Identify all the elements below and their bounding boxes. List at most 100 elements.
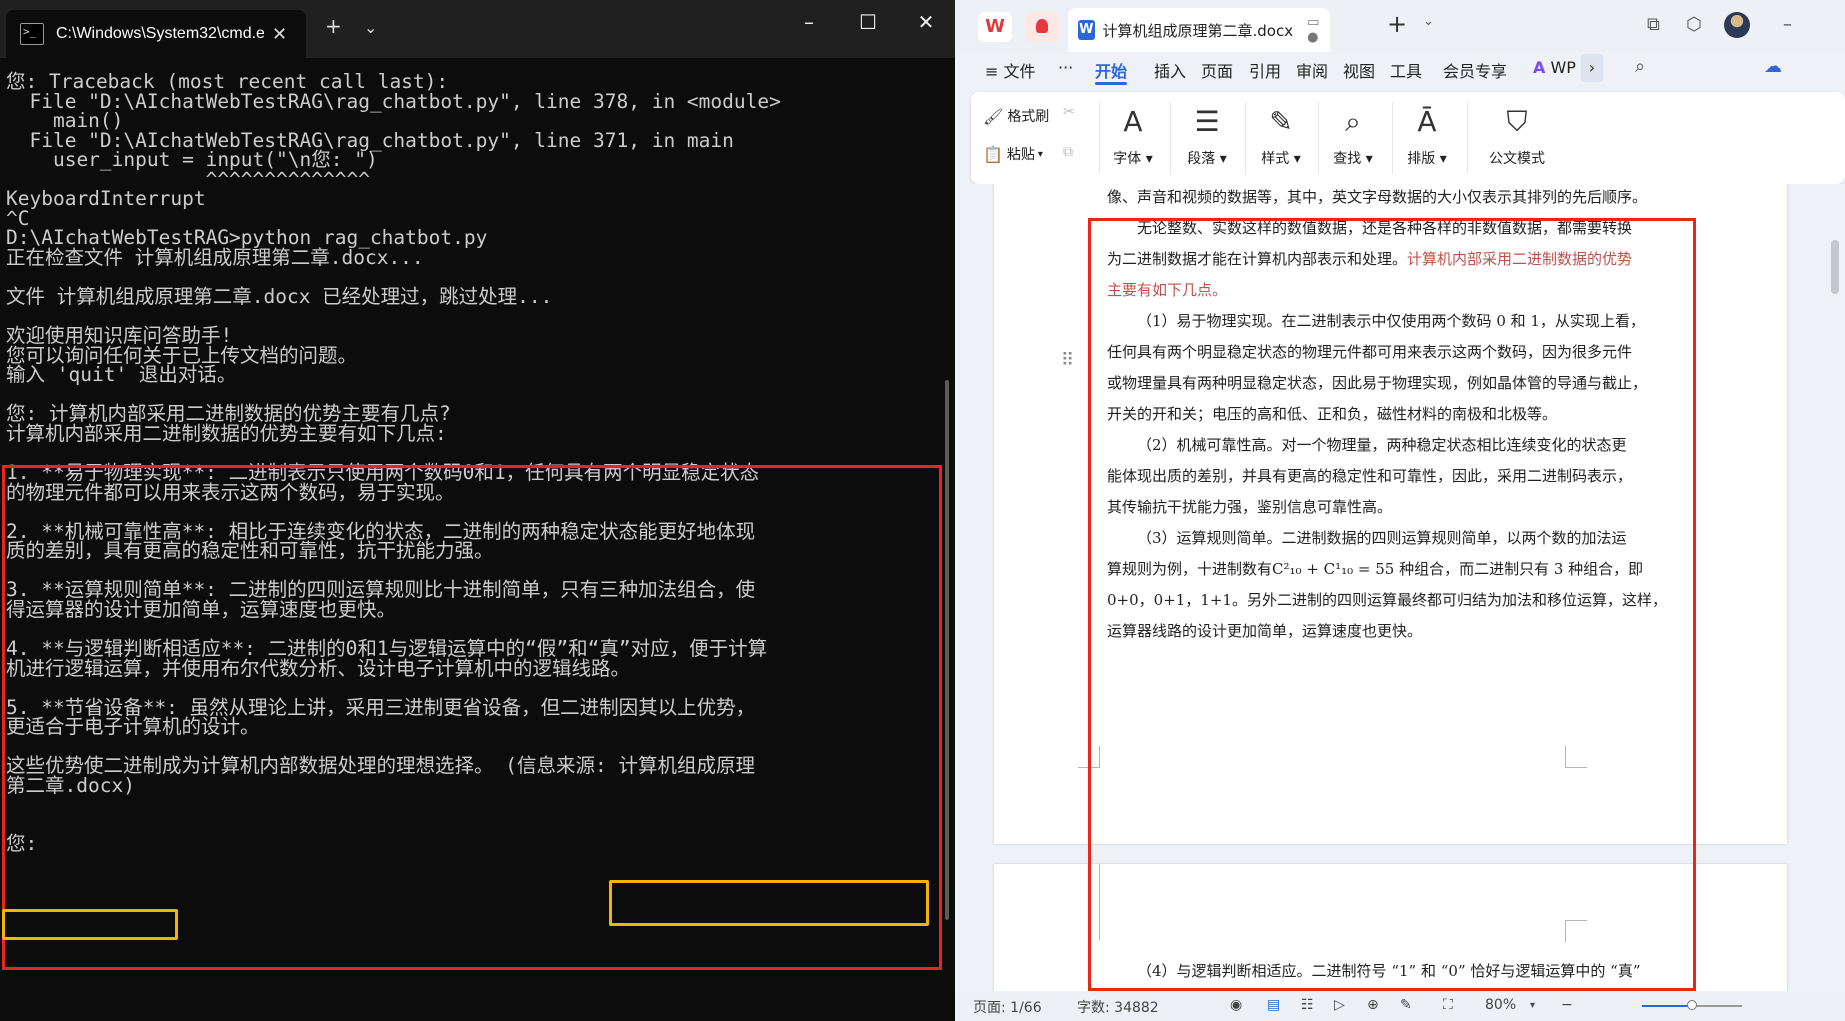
page-margin-corner [1565,746,1587,768]
tab-insert[interactable]: 插入 [1154,58,1186,82]
terminal-tab[interactable]: C:\Windows\System32\cmd.e ✕ [6,10,306,58]
font-icon: A [1123,105,1143,138]
word-count[interactable]: 字数: 34882 [1077,997,1159,1017]
yellow-highlight-source-2 [2,909,178,940]
globe-icon[interactable]: ⊕ [1367,997,1379,1013]
pen-icon[interactable]: ✎ [1400,997,1412,1013]
paragraph-button[interactable]: ☰ 段落 ▾ [1177,102,1237,168]
hamburger-icon: ≡ [985,62,1004,81]
chevron-down-icon[interactable]: ▾ [1530,1000,1535,1011]
style-icon: ✎ [1269,105,1293,138]
paragraph-icon: ☰ [1194,105,1220,138]
page-view-icon[interactable]: ▤ [1267,997,1280,1013]
cut-icon[interactable]: ✂ [1063,104,1075,120]
chevron-down-icon[interactable]: ⌄ [1423,14,1434,29]
document-canvas[interactable]: 像、声音和视频的数据等，其中，英文字母数据的大小仅表示其排列的先后顺序。 无论整… [955,184,1845,991]
ribbon-toolbar: 🖌 格式刷 ✂ 📋 粘贴 ▾ ⧉ A 字体 ▾ ☰ 段落 ▾ ✎ 样式 ▾ ⌕ 查找 ▾ Ā排… [971,92,1845,184]
layout-button[interactable]: Ā 排版 ▾ [1397,102,1457,168]
active-tab-indicator [1095,82,1127,85]
terminal-line: KeyboardInterrupt [6,187,206,211]
ribbon-separator [1245,102,1246,174]
terminal-line: 输入 'quit' 退出对话。 [6,363,237,387]
avatar[interactable] [1724,12,1750,38]
doc-line: 像、声音和视频的数据等，其中，英文字母数据的大小仅表示其排列的先后顺序。 [1107,188,1648,206]
word-doc-icon: W [1078,20,1095,40]
doc-paragraph-5: （4）与逻辑判断相适应。二进制符号 “1” 和 “0” 恰好与逻辑运算中的 “真… [1137,962,1641,980]
terminal-window: C:\Windows\System32\cmd.e ✕ + ⌄ – ☐ ✕ 您:… [0,0,955,1021]
close-tab-icon[interactable]: ✕ [272,24,287,45]
page-margin-corner [1078,864,1100,940]
search-icon[interactable]: ⌕ [1635,56,1645,77]
find-button[interactable]: ⌕ 查找 ▾ [1323,102,1383,168]
menu-more[interactable]: ··· [1058,58,1073,77]
zoom-slider-handle[interactable] [1687,1000,1697,1010]
eye-icon[interactable]: ◉ [1230,997,1242,1013]
tab-page[interactable]: 页面 [1201,58,1233,82]
wps-logo-icon[interactable]: W [978,12,1012,42]
brush-icon: 🖌 [983,106,1004,126]
terminal-line: 正在检查文件 计算机组成原理第二章.docx... [6,245,424,269]
minimize-button[interactable]: – [1783,14,1792,35]
search-icon: ⌕ [1345,105,1361,138]
page-indicator[interactable]: 页面: 1/66 [973,997,1042,1017]
wps-titlebar: W W 计算机组成原理第二章.docx ▭ ● + ⌄ ⧉ ⬡ – [955,0,1845,52]
terminal-line: 计算机内部采用二进制数据的优势主要有如下几点: [6,421,447,445]
document-scroll-thumb[interactable] [1831,240,1839,294]
wps-ai-button[interactable]: A WP [1533,58,1576,77]
cube-icon[interactable]: ⬡ [1686,14,1702,35]
menu-scroll-right-button[interactable]: › [1581,54,1603,82]
doc-highlighted-text: 计算机内部采用二进制数据的优势 [1407,250,1633,268]
official-doc-mode-button[interactable]: ⛉ 公文模式 [1481,102,1553,168]
tab-view[interactable]: 视图 [1343,58,1375,82]
wps-writer-window: W W 计算机组成原理第二章.docx ▭ ● + ⌄ ⧉ ⬡ – ≡ 文件 ·… [955,0,1845,1021]
doc-paragraph-1: 无论整数、实数这样的数值数据，还是各种各样的非数值数据，都需要转换 为二进制数据… [1107,219,1633,299]
clipboard-icon: 📋 [983,144,1003,164]
play-icon[interactable]: ▷ [1334,997,1345,1013]
new-document-button[interactable]: + [1387,10,1407,38]
tab-home[interactable]: 开始 [1095,58,1127,82]
tab-tools[interactable]: 工具 [1390,58,1422,82]
document-scrollbar[interactable] [1825,184,1845,991]
doc-paragraph-2: （1）易于物理实现。在二进制表示中仅使用两个数码 0 和 1，从实现上看， 任何… [1107,312,1648,423]
page-margin-corner [1078,746,1100,768]
font-button[interactable]: A 字体 ▾ [1103,102,1163,168]
style-button[interactable]: ✎ 样式 ▾ [1251,102,1311,168]
document-tab[interactable]: W 计算机组成原理第二章.docx ▭ ● [1068,8,1330,52]
copy-icon[interactable]: ⧉ [1063,144,1073,160]
close-window-button[interactable]: ✕ [906,10,946,34]
document-tab-title: 计算机组成原理第二章.docx [1102,21,1294,40]
chevron-down-icon: ▾ [1037,148,1043,160]
zoom-level[interactable]: 80% [1485,997,1516,1013]
tab-reference[interactable]: 引用 [1249,58,1281,82]
minimize-button[interactable]: – [789,10,829,34]
chevron-down-icon[interactable]: ⌄ [364,18,377,37]
terminal-titlebar: C:\Windows\System32\cmd.e ✕ + ⌄ – ☐ ✕ [0,0,955,58]
terminal-tab-title: C:\Windows\System32\cmd.e [56,25,264,42]
drag-handle-icon[interactable]: ⠿ [1061,350,1074,371]
menu-file[interactable]: ≡ 文件 [985,58,1036,82]
tab-member[interactable]: 会员专享 [1443,58,1507,82]
zoom-out-button[interactable]: − [1561,997,1573,1013]
cloud-upload-icon[interactable]: ☁ [1764,56,1782,77]
terminal-line: 文件 计算机组成原理第二章.docx 已经处理过，跳过处理... [6,285,553,309]
paste-button[interactable]: 📋 粘贴 ▾ [983,144,1043,164]
pdf-app-icon[interactable] [1025,12,1059,42]
wps-ai-icon: A [1533,58,1546,77]
outline-view-icon[interactable]: ☷ [1301,997,1314,1013]
page-margin-corner [1565,920,1587,942]
terminal-scrollbar[interactable] [945,380,949,920]
fit-screen-icon[interactable]: ⛶ [1443,997,1453,1013]
status-bar: 页面: 1/66 字数: 34882 ◉ ▤ ☷ ▷ ⊕ ✎ ⛶ 80% ▾ − [955,991,1845,1021]
layout-icon: Ā [1417,105,1437,138]
doc-paragraph-3: （2）机械可靠性高。对一个物理量，两种稳定状态相比连续变化的状态更 能体现出质的… [1107,436,1633,516]
window-tile-icon[interactable]: ⧉ [1647,14,1660,35]
format-painter-button[interactable]: 🖌 格式刷 [983,106,1049,126]
new-tab-button[interactable]: + [325,14,342,38]
zoom-slider-fill [1642,1005,1692,1007]
ribbon-separator [1318,102,1319,174]
monitor-icon[interactable]: ▭ ● [1307,15,1330,45]
maximize-button[interactable]: ☐ [848,10,888,34]
tab-review[interactable]: 审阅 [1296,58,1328,82]
ribbon-separator [1467,102,1468,174]
doc-paragraph-4: （3）运算规则简单。二进制数据的四则运算规则简单，以两个数的加法运 算规则为例，… [1107,529,1667,640]
